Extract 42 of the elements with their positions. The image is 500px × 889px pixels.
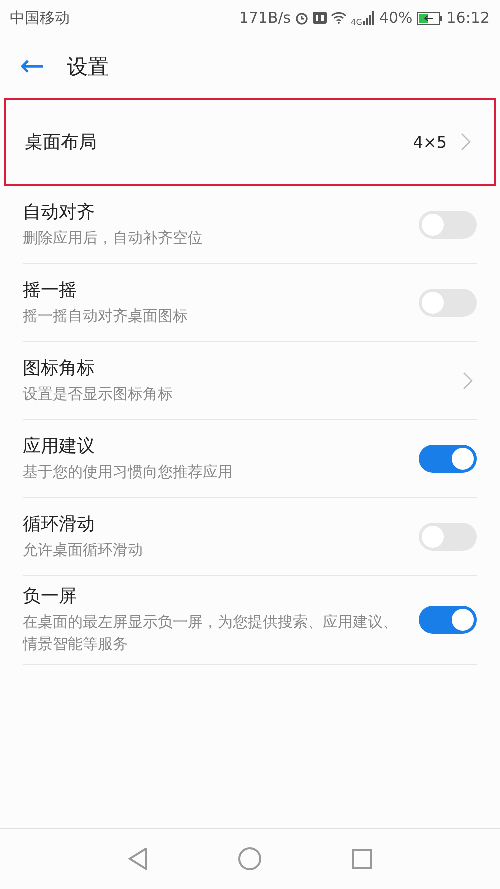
home-icon[interactable] (238, 847, 262, 871)
back-icon[interactable] (128, 848, 148, 870)
signal-icon (363, 11, 376, 25)
toggle-switch[interactable] (419, 288, 477, 316)
row-description: 删除应用后，自动补齐空位 (23, 228, 204, 249)
row-description: 设置是否显示图标角标 (23, 384, 174, 405)
network-type: 4G (351, 18, 362, 27)
settings-row[interactable]: 应用建议 基于您的使用习惯向您推荐应用 (23, 420, 477, 498)
toggle-switch[interactable] (419, 606, 477, 634)
settings-row[interactable]: 摇一摇 摇一摇自动对齐桌面图标 (23, 264, 477, 342)
row-value: 4×5 (413, 132, 447, 152)
carrier-name: 中国移动 (10, 8, 70, 28)
row-description: 基于您的使用习惯向您推荐应用 (23, 462, 234, 483)
row-title: 图标角标 (23, 356, 96, 380)
settings-row[interactable]: 负一屏 在桌面的最左屏显示负一屏，为您提供搜索、应用建议、情景智能等服务 (23, 576, 477, 664)
settings-row[interactable]: 自动对齐 删除应用后，自动补齐空位 (23, 186, 477, 264)
network-speed: 171B/s (239, 9, 292, 27)
row-description: 允许桌面循环滑动 (23, 540, 144, 561)
row-title: 摇一摇 (23, 278, 78, 302)
row-description: 在桌面的最左屏显示负一屏，为您提供搜索、应用建议、情景智能等服务 (23, 612, 399, 655)
settings-row[interactable]: 桌面布局 4×5 (4, 98, 496, 186)
recents-icon[interactable] (352, 849, 372, 869)
settings-row[interactable]: 循环滑动 允许桌面循环滑动 (23, 498, 477, 576)
battery-percent: 40% (379, 9, 413, 27)
battery-icon (416, 12, 443, 24)
toggle-switch[interactable] (419, 210, 477, 238)
row-title: 自动对齐 (23, 200, 96, 224)
toggle-switch[interactable] (419, 444, 477, 472)
row-title: 循环滑动 (23, 512, 96, 536)
row-title: 桌面布局 (25, 131, 98, 154)
back-button[interactable]: ← (20, 52, 46, 82)
clock: 16:12 (446, 9, 490, 27)
row-title: 负一屏 (23, 585, 78, 608)
chevron-icon (461, 133, 471, 151)
row-title: 应用建议 (23, 434, 96, 458)
settings-row[interactable]: 图标角标 设置是否显示图标角标 (23, 342, 477, 420)
alarm-icon (295, 11, 310, 25)
chevron-icon (463, 372, 473, 390)
row-description: 摇一摇自动对齐桌面图标 (23, 306, 189, 327)
wifi-icon (331, 12, 348, 24)
toggle-switch[interactable] (419, 522, 477, 550)
page-title: 设置 (67, 54, 110, 81)
